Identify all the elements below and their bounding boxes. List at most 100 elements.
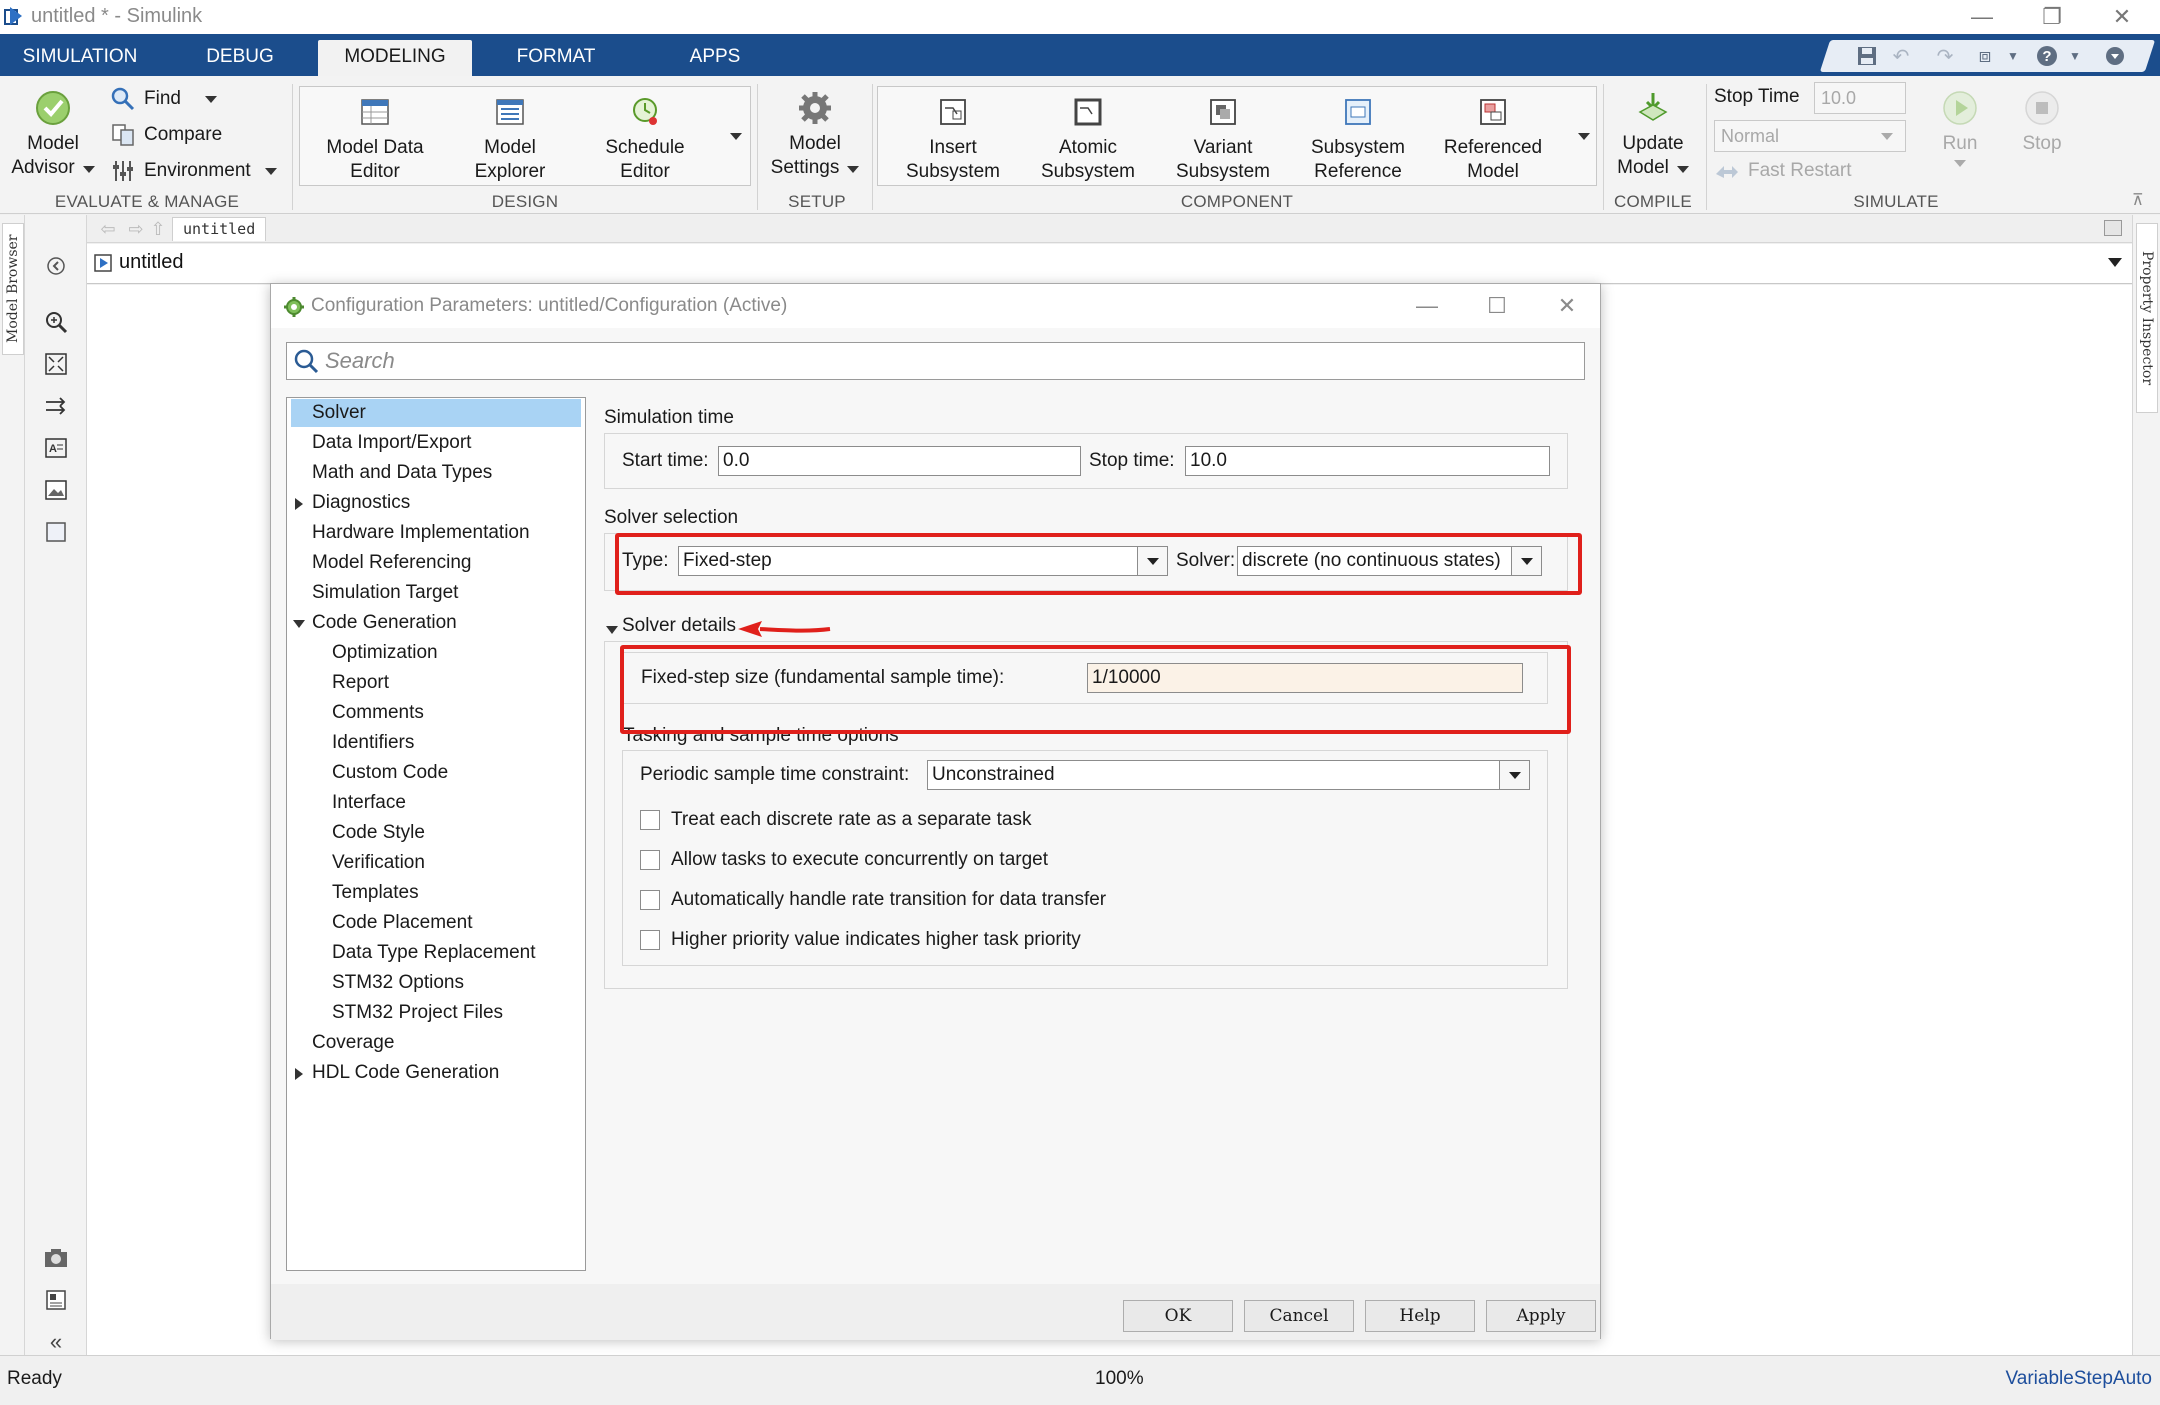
subsystem-reference-button[interactable]: Subsystem Reference	[1298, 94, 1418, 184]
property-inspector-tab[interactable]: Property Inspector	[2136, 223, 2158, 413]
compare-button[interactable]: Compare	[110, 120, 222, 150]
checkbox-concurrent-tasks[interactable]: Allow tasks to execute concurrently on t…	[640, 849, 1048, 871]
chevron-down-icon[interactable]	[2108, 258, 2122, 267]
tree-item-code-generation[interactable]: Code Generation	[291, 609, 581, 637]
variant-subsystem-button[interactable]: Variant Subsystem	[1163, 94, 1283, 184]
stop-button[interactable]: Stop	[2012, 90, 2072, 156]
window-layout-icon[interactable]: ⧈	[1970, 42, 2000, 70]
tab-apps[interactable]: APPS	[660, 40, 770, 76]
tree-item-verification[interactable]: Verification	[291, 849, 581, 877]
run-button[interactable]: Run	[1930, 90, 1990, 167]
collapse-ribbon-icon[interactable]	[2100, 42, 2130, 70]
expand-arrow-icon[interactable]	[295, 498, 303, 510]
checkbox-box[interactable]	[640, 850, 660, 870]
tree-item-simulation-target[interactable]: Simulation Target	[291, 579, 581, 607]
tab-debug[interactable]: DEBUG	[180, 40, 300, 76]
checkbox-separate-task[interactable]: Treat each discrete rate as a separate t…	[640, 809, 1031, 831]
tree-item-report[interactable]: Report	[291, 669, 581, 697]
back-arrow-icon[interactable]: ⇦	[95, 217, 121, 241]
tree-item-stm32-options[interactable]: STM32 Options	[291, 969, 581, 997]
tab-modeling[interactable]: MODELING	[318, 40, 472, 76]
image-icon[interactable]	[39, 473, 73, 507]
minimize-button[interactable]: —	[1950, 0, 2014, 34]
chevron-down-icon[interactable]	[1499, 761, 1529, 789]
model-path[interactable]: untitled	[119, 251, 184, 274]
save-icon[interactable]	[1852, 42, 1882, 70]
redo-icon[interactable]: ↷	[1930, 42, 1960, 70]
tree-item-hardware-implementation[interactable]: Hardware Implementation	[291, 519, 581, 547]
design-gallery-more-button[interactable]	[725, 86, 747, 186]
breadcrumb[interactable]: untitled	[172, 217, 267, 241]
help-icon[interactable]: ?	[2032, 42, 2062, 70]
tree-item-stm32-project-files[interactable]: STM32 Project Files	[291, 999, 581, 1027]
checkbox-rate-transition[interactable]: Automatically handle rate transition for…	[640, 889, 1106, 911]
fast-restart-button[interactable]: Fast Restart	[1714, 156, 1851, 186]
camera-icon[interactable]	[39, 1241, 73, 1275]
schedule-editor-button[interactable]: Schedule Editor	[595, 94, 695, 184]
tree-item-code-style[interactable]: Code Style	[291, 819, 581, 847]
solver-type-dropdown[interactable]: Fixed-step	[678, 546, 1168, 576]
hide-explorer-bar-icon[interactable]	[2104, 220, 2122, 236]
checkbox-box[interactable]	[640, 890, 660, 910]
tab-simulation[interactable]: SIMULATION	[5, 40, 155, 76]
collapse-arrow-icon[interactable]	[293, 620, 305, 628]
update-model-button[interactable]: Update Model	[1610, 90, 1696, 180]
collapse-palette-icon[interactable]: «	[39, 1325, 73, 1359]
dialog-minimize-button[interactable]: —	[1392, 284, 1462, 328]
solver-dropdown[interactable]: discrete (no continuous states)	[1237, 546, 1542, 576]
zoom-icon[interactable]	[39, 305, 73, 339]
hide-browser-icon[interactable]	[39, 249, 73, 283]
model-data-editor-button[interactable]: Model Data Editor	[315, 94, 435, 184]
component-gallery-more-button[interactable]	[1573, 86, 1595, 186]
tree-item-data-type-replacement[interactable]: Data Type Replacement	[291, 939, 581, 967]
tree-item-diagnostics[interactable]: Diagnostics	[291, 489, 581, 517]
help-button[interactable]: Help	[1365, 1300, 1475, 1332]
tab-format[interactable]: FORMAT	[497, 40, 615, 76]
simulation-mode-dropdown[interactable]: Normal	[1714, 120, 1906, 152]
solver-details-toggle[interactable]: Solver details	[604, 615, 744, 643]
apply-button[interactable]: Apply	[1486, 1300, 1596, 1332]
tree-item-identifiers[interactable]: Identifiers	[291, 729, 581, 757]
ok-button[interactable]: OK	[1123, 1300, 1233, 1332]
find-button[interactable]: Find	[110, 84, 217, 114]
dialog-maximize-button[interactable]: ☐	[1462, 284, 1532, 328]
tree-item-comments[interactable]: Comments	[291, 699, 581, 727]
tree-item-code-placement[interactable]: Code Placement	[291, 909, 581, 937]
up-arrow-icon[interactable]: ⇧	[145, 217, 171, 241]
model-info-icon[interactable]	[39, 1283, 73, 1317]
cancel-button[interactable]: Cancel	[1244, 1300, 1354, 1332]
close-window-button[interactable]: ✕	[2090, 0, 2154, 34]
tree-item-coverage[interactable]: Coverage	[291, 1029, 581, 1057]
chevron-down-icon[interactable]: ▼	[1998, 42, 2028, 70]
environment-button[interactable]: Environment	[110, 156, 277, 186]
fixed-step-size-input[interactable]: 1/10000	[1087, 663, 1523, 693]
annotation-icon[interactable]: A	[39, 431, 73, 465]
model-advisor-button[interactable]: Model Advisor	[8, 90, 98, 180]
tree-item-solver[interactable]: Solver	[291, 399, 581, 427]
dialog-close-button[interactable]: ✕	[1532, 284, 1602, 328]
solver-status-link[interactable]: VariableStepAuto	[2006, 1368, 2152, 1390]
expand-arrow-icon[interactable]	[295, 1068, 303, 1080]
insert-subsystem-button[interactable]: Insert Subsystem	[893, 94, 1013, 184]
tree-item-hdl-code-generation[interactable]: HDL Code Generation	[291, 1059, 581, 1087]
chevron-down-icon[interactable]	[1511, 547, 1541, 575]
signal-arrows-icon[interactable]	[39, 389, 73, 423]
tree-item-templates[interactable]: Templates	[291, 879, 581, 907]
chevron-down-icon[interactable]: ▼	[2060, 42, 2090, 70]
tree-item-custom-code[interactable]: Custom Code	[291, 759, 581, 787]
tree-item-data-import-export[interactable]: Data Import/Export	[291, 429, 581, 457]
referenced-model-button[interactable]: Referenced Model	[1433, 94, 1553, 184]
tree-item-interface[interactable]: Interface	[291, 789, 581, 817]
collapse-toolstrip-icon[interactable]: ⊼	[2132, 190, 2148, 209]
model-browser-tab[interactable]: Model Browser	[2, 223, 24, 355]
stop-time-input[interactable]: 10.0	[1185, 446, 1550, 476]
tree-item-model-referencing[interactable]: Model Referencing	[291, 549, 581, 577]
fit-to-view-icon[interactable]	[39, 347, 73, 381]
checkbox-higher-priority[interactable]: Higher priority value indicates higher t…	[640, 929, 1081, 951]
search-input[interactable]	[325, 346, 1565, 376]
model-explorer-button[interactable]: Model Explorer	[460, 94, 560, 184]
undo-icon[interactable]: ↶	[1886, 42, 1916, 70]
model-settings-button[interactable]: Model Settings	[765, 90, 865, 180]
atomic-subsystem-button[interactable]: Atomic Subsystem	[1028, 94, 1148, 184]
periodic-constraint-dropdown[interactable]: Unconstrained	[927, 760, 1530, 790]
